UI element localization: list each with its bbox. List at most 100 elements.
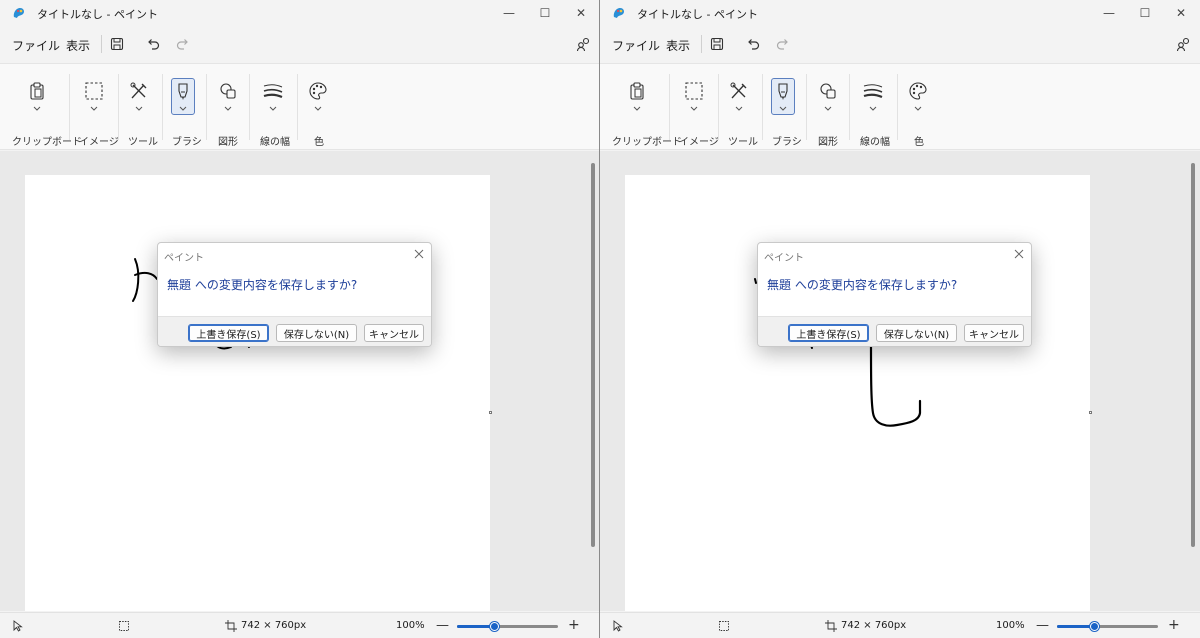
close-button[interactable]: ✕ [1163, 0, 1199, 26]
ribbon-group-color[interactable]: 色 [299, 64, 339, 150]
cancel-button[interactable]: キャンセル [964, 324, 1024, 342]
canvas-size-icon [225, 620, 237, 632]
ribbon-divider [249, 74, 250, 140]
ribbon-divider [162, 74, 163, 140]
status-bar: 742 × 760px 100% — + [600, 612, 1200, 638]
ribbon-label-brush: ブラシ [772, 137, 802, 148]
chevron-down-icon [33, 106, 41, 111]
ribbon-divider [762, 74, 763, 140]
ribbon-group-image[interactable]: イメージ [672, 64, 719, 150]
menu-view[interactable]: 表示 [666, 37, 690, 54]
chevron-down-icon [179, 106, 187, 111]
save-icon[interactable] [709, 36, 725, 52]
ribbon-divider [669, 74, 670, 140]
chevron-down-icon [779, 106, 787, 111]
dialog-close-icon[interactable] [413, 248, 425, 260]
minimize-button[interactable]: — [491, 0, 527, 26]
undo-icon[interactable] [145, 36, 161, 52]
overwrite-save-button[interactable]: 上書き保存(S) [788, 324, 869, 342]
drawing-canvas[interactable] [625, 175, 1090, 611]
brush-icon [178, 83, 188, 100]
minimize-button[interactable]: — [1091, 0, 1127, 26]
account-icon[interactable] [1176, 36, 1192, 52]
vertical-scrollbar[interactable] [1191, 163, 1195, 547]
canvas-workspace [0, 151, 599, 611]
paint-app-icon [613, 8, 624, 18]
zoom-slider-thumb[interactable] [490, 622, 499, 631]
ribbon-group-line-width[interactable]: 線の幅 [251, 64, 295, 150]
zoom-out-button[interactable]: — [1036, 618, 1049, 633]
ribbon-group-color[interactable]: 色 [899, 64, 939, 150]
selection-size-icon [119, 621, 129, 631]
save-changes-dialog: ペイント 無題 への変更内容を保存しますか? 上書き保存(S) 保存しない(N)… [157, 242, 432, 347]
ribbon-group-shapes[interactable]: 図形 [208, 64, 248, 150]
dont-save-button[interactable]: 保存しない(N) [276, 324, 357, 342]
save-icon[interactable] [109, 36, 125, 52]
zoom-slider[interactable] [1057, 622, 1158, 631]
canvas-workspace [600, 151, 1200, 611]
maximize-button[interactable]: ☐ [1127, 0, 1163, 26]
menu-bar: ファイル 表示 [600, 30, 1200, 58]
ribbon-group-brush[interactable]: ブラシ [764, 64, 804, 150]
window-title: タイトルなし - ペイント [637, 8, 758, 21]
close-button[interactable]: ✕ [563, 0, 599, 26]
ribbon-group-clipboard[interactable]: クリップボード [8, 64, 82, 150]
drawing-canvas[interactable] [25, 175, 490, 611]
vertical-scrollbar[interactable] [591, 163, 595, 547]
title-bar: タイトルなし - ペイント — ☐ ✕ [0, 0, 599, 26]
redo-icon[interactable] [775, 36, 791, 52]
brush-icon [778, 83, 788, 100]
clipboard-icon [30, 82, 44, 100]
save-changes-dialog: ペイント 無題 への変更内容を保存しますか? 上書き保存(S) 保存しない(N)… [757, 242, 1032, 347]
canvas-resize-handle[interactable] [1089, 411, 1092, 414]
menu-file[interactable]: ファイル [12, 37, 60, 54]
ribbon-group-tools[interactable]: ツール [720, 64, 760, 150]
chevron-down-icon [633, 106, 641, 111]
dont-save-button[interactable]: 保存しない(N) [876, 324, 957, 342]
zoom-slider[interactable] [457, 622, 558, 631]
palette-icon [909, 82, 927, 100]
tools-icon [130, 82, 147, 99]
zoom-slider-thumb[interactable] [1090, 622, 1099, 631]
ribbon-label-tools: ツール [128, 137, 158, 148]
zoom-in-button[interactable]: + [568, 617, 580, 633]
paint-app-icon [13, 8, 24, 18]
ribbon-group-line-width[interactable]: 線の幅 [851, 64, 895, 150]
dialog-message: 無題 への変更内容を保存しますか? [767, 278, 958, 292]
tools-icon [730, 82, 747, 99]
ribbon-group-brush[interactable]: ブラシ [164, 64, 204, 150]
canvas-dimensions: 742 × 760px [241, 620, 307, 631]
zoom-level[interactable]: 100% [996, 620, 1025, 631]
dialog-footer: 上書き保存(S) 保存しない(N) キャンセル [158, 316, 431, 346]
chevron-down-icon [824, 106, 832, 111]
selection-size-icon [719, 621, 729, 631]
canvas-resize-handle[interactable] [489, 411, 492, 414]
undo-icon[interactable] [745, 36, 761, 52]
ribbon-group-shapes[interactable]: 図形 [808, 64, 848, 150]
ribbon-label-shapes: 図形 [218, 137, 238, 148]
chevron-down-icon [135, 106, 143, 111]
ribbon-group-tools[interactable]: ツール [120, 64, 160, 150]
cancel-button[interactable]: キャンセル [364, 324, 424, 342]
pointer-icon [613, 620, 623, 632]
zoom-out-button[interactable]: — [436, 618, 449, 633]
pointer-icon [13, 620, 23, 632]
dialog-footer: 上書き保存(S) 保存しない(N) キャンセル [758, 316, 1031, 346]
overwrite-save-button[interactable]: 上書き保存(S) [188, 324, 269, 342]
menu-view[interactable]: 表示 [66, 37, 90, 54]
chevron-down-icon [314, 106, 322, 111]
menu-file[interactable]: ファイル [612, 37, 660, 54]
ribbon: クリップボード イメージ ツール ブラシ 図形 線の幅 色 [600, 63, 1200, 150]
redo-icon[interactable] [175, 36, 191, 52]
zoom-in-button[interactable]: + [1168, 617, 1180, 633]
maximize-button[interactable]: ☐ [527, 0, 563, 26]
ribbon-group-clipboard[interactable]: クリップボード [608, 64, 682, 150]
zoom-level[interactable]: 100% [396, 620, 425, 631]
ribbon-divider [806, 74, 807, 140]
ribbon-label-color: 色 [314, 137, 324, 148]
chevron-down-icon [914, 106, 922, 111]
ribbon-label-image: イメージ [679, 137, 719, 148]
dialog-close-icon[interactable] [1013, 248, 1025, 260]
ribbon-group-image[interactable]: イメージ [72, 64, 119, 150]
account-icon[interactable] [576, 36, 592, 52]
